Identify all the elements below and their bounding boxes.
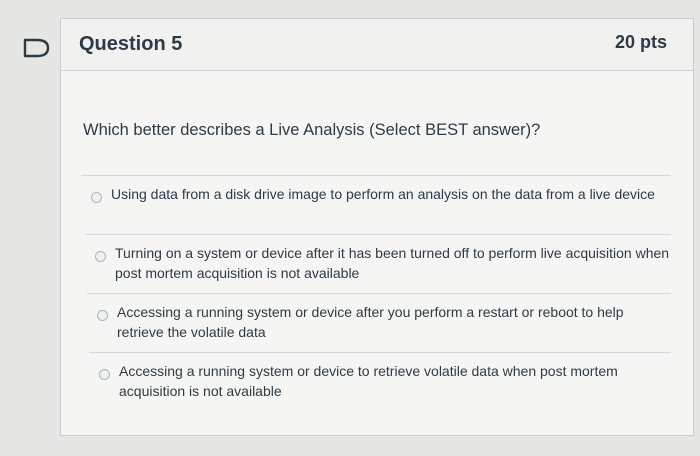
answer-option[interactable]: Accessing a running system or device aft… — [87, 293, 671, 352]
answer-option[interactable]: Accessing a running system or device to … — [89, 352, 671, 411]
flag-question-icon[interactable] — [22, 37, 52, 59]
quiz-page: Question 5 20 pts Which better describes… — [0, 0, 700, 456]
answer-label: Turning on a system or device after it h… — [115, 245, 670, 281]
question-title: Question 5 — [79, 33, 183, 55]
answer-list: Using data from a disk drive image to pe… — [81, 175, 671, 411]
answer-label: Using data from a disk drive image to pe… — [111, 186, 655, 202]
answer-option[interactable]: Turning on a system or device after it h… — [85, 234, 671, 293]
answer-label: Accessing a running system or device to … — [119, 363, 618, 399]
radio-unselected-icon[interactable] — [95, 251, 106, 262]
question-card: Question 5 20 pts Which better describes… — [60, 18, 694, 436]
radio-unselected-icon[interactable] — [99, 369, 110, 380]
answer-label: Accessing a running system or device aft… — [117, 304, 624, 340]
question-prompt: Which better describes a Live Analysis (… — [83, 121, 541, 139]
question-header: Question 5 20 pts — [61, 19, 693, 71]
radio-unselected-icon[interactable] — [97, 310, 108, 321]
answer-option[interactable]: Using data from a disk drive image to pe… — [81, 175, 671, 234]
question-points: 20 pts — [614, 32, 667, 52]
radio-unselected-icon[interactable] — [91, 192, 102, 203]
